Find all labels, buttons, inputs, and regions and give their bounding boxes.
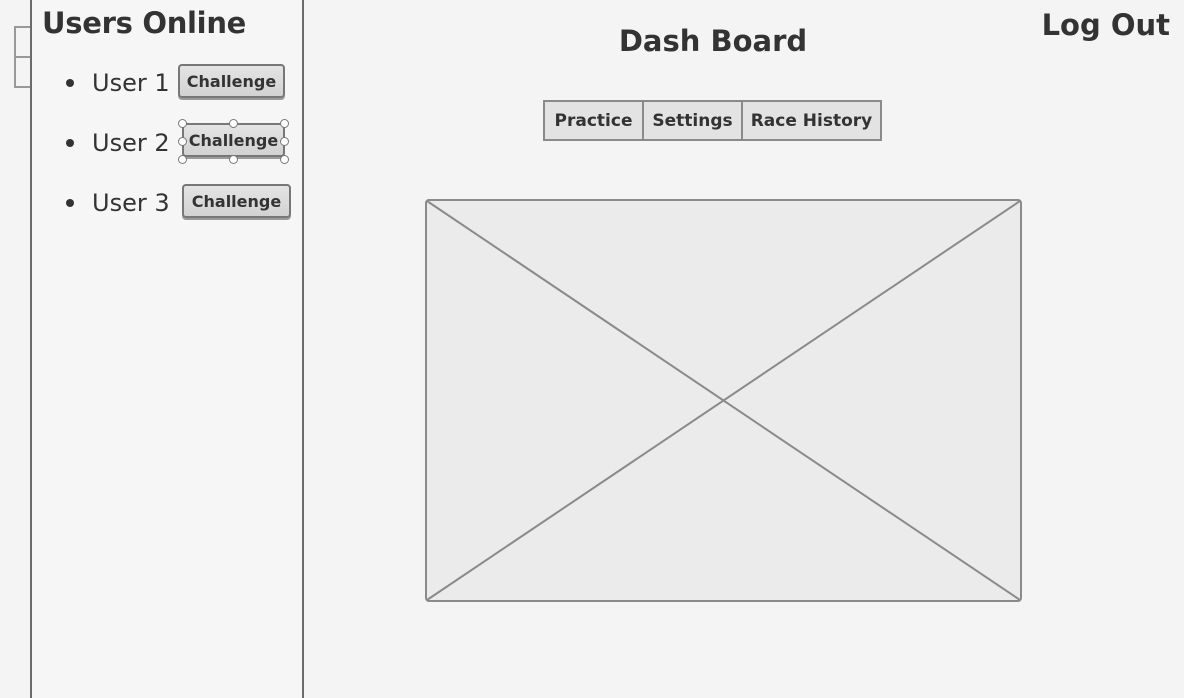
- collapsed-tab-stub: [14, 56, 30, 88]
- user-list-item: User 2: [66, 125, 170, 161]
- nav-tab-bar: Practice Settings Race History: [543, 100, 882, 141]
- challenge-button-user-2[interactable]: Challenge: [182, 123, 285, 157]
- bullet-icon: [66, 139, 74, 147]
- bullet-icon: [66, 199, 74, 207]
- sidebar-title: Users Online: [42, 6, 247, 40]
- challenge-button-user-3[interactable]: Challenge: [182, 184, 291, 218]
- page-title: Dash Board: [618, 24, 808, 58]
- tab-race-history[interactable]: Race History: [741, 102, 880, 139]
- logout-link[interactable]: Log Out: [1040, 8, 1170, 42]
- user-name: User 3: [92, 189, 170, 217]
- image-placeholder: [425, 199, 1022, 602]
- bullet-icon: [66, 79, 74, 87]
- user-name: User 1: [92, 69, 170, 97]
- user-name: User 2: [92, 129, 170, 157]
- left-edge-tabs: [0, 0, 30, 686]
- challenge-button-user-1[interactable]: Challenge: [178, 64, 285, 98]
- tab-settings[interactable]: Settings: [642, 102, 741, 139]
- collapsed-tab-stub: [14, 26, 30, 56]
- users-online-sidebar: Users Online User 1 Challenge User 2 Cha…: [30, 0, 304, 698]
- tab-practice[interactable]: Practice: [545, 102, 642, 139]
- user-list-item: User 3: [66, 185, 170, 221]
- user-list-item: User 1: [66, 65, 170, 101]
